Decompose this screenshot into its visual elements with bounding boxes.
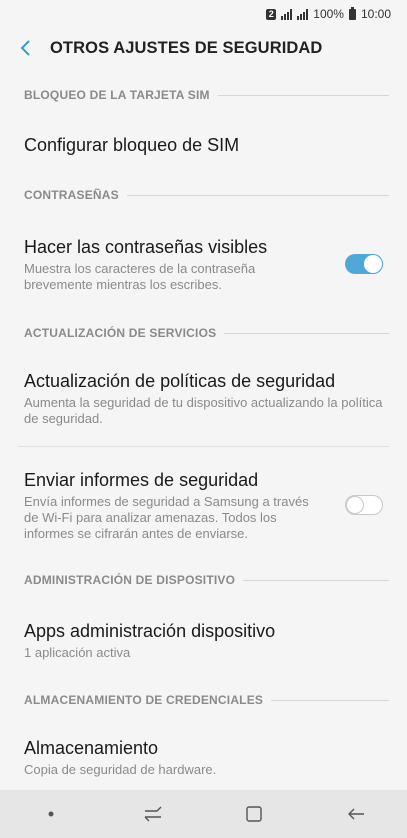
item-description: Copia de seguridad de hardware. [24, 761, 217, 777]
battery-icon [348, 6, 356, 20]
section-header-label: ADMINISTRACIÓN DE DISPOSITIVO [24, 573, 236, 587]
section-header-passwords: CONTRASEÑAS [0, 178, 407, 212]
configure-sim-lock-item[interactable]: Configurar bloqueo de SIM [0, 112, 407, 178]
section-rule [271, 699, 389, 701]
storage-type-item[interactable]: Almacenamiento Copia de seguridad de har… [0, 717, 407, 797]
app-header: OTROS AJUSTES DE SEGURIDAD [0, 28, 407, 68]
section-header-credential-storage: ALMACENAMIENTO DE CREDENCIALES [0, 683, 407, 717]
send-security-reports-toggle[interactable] [345, 495, 383, 515]
item-description: Envía informes de seguridad a Samsung a … [24, 493, 309, 541]
show-passwords-item[interactable]: Hacer las contraseñas visibles Muestra l… [0, 212, 407, 316]
section-header-label: BLOQUEO DE LA TARJETA SIM [24, 88, 210, 102]
page-title: OTROS AJUSTES DE SEGURIDAD [50, 38, 323, 57]
section-header-service-updates: ACTUALIZACIÓN DE SERVICIOS [0, 316, 407, 350]
item-description: Aumenta la seguridad de tu dispositivo a… [24, 394, 383, 426]
item-title: Actualización de políticas de seguridad [24, 370, 336, 391]
item-description: 1 aplicación activa [24, 644, 131, 660]
settings-list: BLOQUEO DE LA TARJETA SIM Configurar blo… [0, 78, 407, 790]
signal-icon [281, 8, 293, 20]
section-header-label: ALMACENAMIENTO DE CREDENCIALES [24, 693, 264, 707]
item-description: Muestra los caracteres de la contraseña … [24, 260, 256, 292]
section-header-sim: BLOQUEO DE LA TARJETA SIM [0, 78, 407, 112]
item-title: Apps administración dispositivo [24, 620, 276, 641]
send-security-reports-item[interactable]: Enviar informes de seguridad Envía infor… [0, 447, 407, 563]
section-rule [217, 94, 389, 96]
item-title: Almacenamiento [24, 737, 159, 758]
section-header-device-admin: ADMINISTRACIÓN DE DISPOSITIVO [0, 563, 407, 597]
chevron-left-icon[interactable] [6, 28, 46, 68]
navigation-bar [0, 790, 407, 838]
device-admin-apps-item[interactable]: Apps administración dispositivo 1 aplica… [0, 597, 407, 683]
section-header-label: CONTRASEÑAS [24, 188, 119, 202]
clock: 10:00 [360, 7, 391, 21]
back-arrow-icon[interactable] [332, 790, 380, 838]
item-title: Hacer las contraseñas visibles [24, 236, 268, 257]
section-header-label: ACTUALIZACIÓN DE SERVICIOS [24, 326, 217, 340]
dot-icon[interactable] [27, 790, 75, 838]
home-icon[interactable] [230, 790, 278, 838]
section-rule [224, 332, 389, 334]
toggle-knob [346, 496, 364, 514]
section-rule [243, 579, 389, 581]
signal-icon-2 [297, 8, 309, 20]
show-passwords-toggle[interactable] [345, 254, 383, 274]
item-title: Enviar informes de seguridad [24, 469, 259, 490]
sim-slot-badge: 2 [266, 8, 277, 20]
security-policy-updates-item[interactable]: Actualización de políticas de seguridad … [0, 350, 407, 446]
item-title: Configurar bloqueo de SIM [24, 135, 240, 155]
status-bar: 2 100% 10:00 [0, 0, 407, 28]
toggle-knob [364, 255, 382, 273]
battery-percent: 100% [313, 7, 344, 21]
recent-apps-icon[interactable] [129, 790, 177, 838]
section-rule [126, 194, 389, 196]
